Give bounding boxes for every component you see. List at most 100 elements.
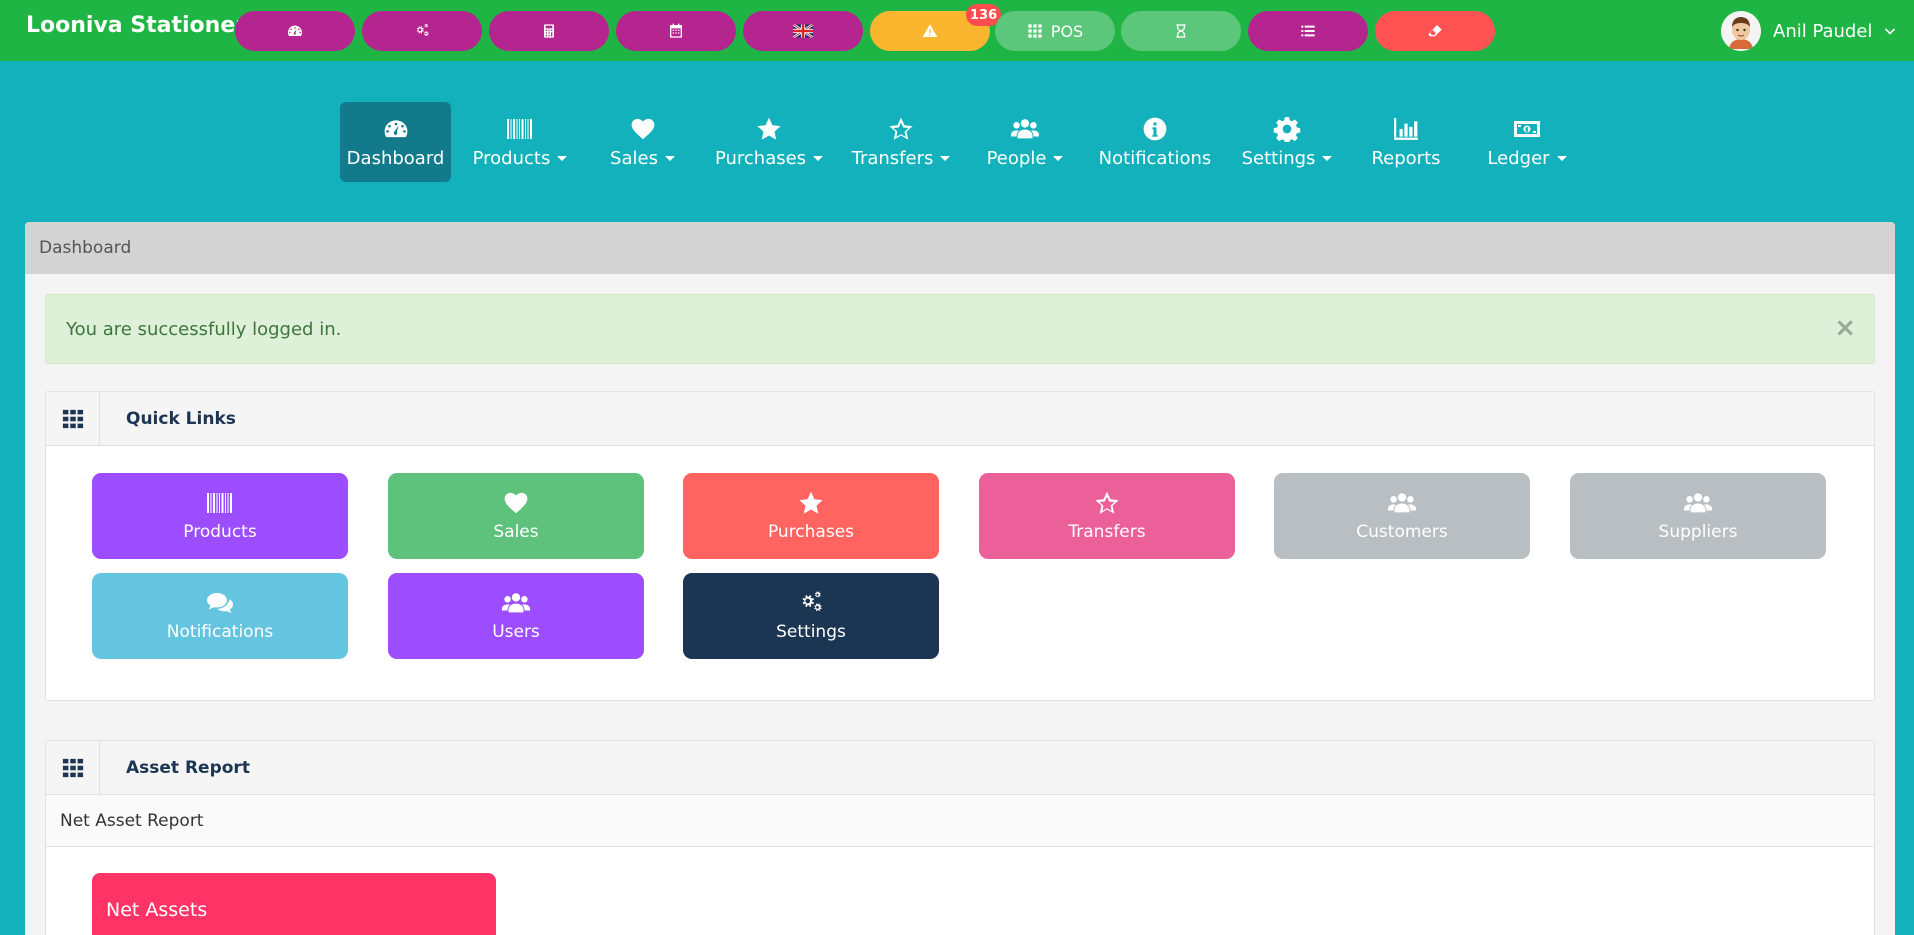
quick-link-label: Customers: [1356, 522, 1448, 542]
nav-label: Transfers: [851, 147, 934, 169]
avatar: [1721, 11, 1761, 51]
cogs-icon: [797, 590, 825, 616]
register-button[interactable]: [1121, 11, 1241, 51]
nav-notifications[interactable]: Notifications: [1095, 102, 1215, 182]
nav-dashboard[interactable]: Dashboard: [340, 102, 451, 182]
nav-label: Reports: [1371, 147, 1441, 169]
quick-link-sales[interactable]: Sales: [388, 473, 644, 559]
dashboard-shortcut-button[interactable]: [235, 11, 355, 51]
bar-chart-icon: [1392, 116, 1420, 142]
quick-links-title: Quick Links: [126, 408, 236, 429]
alert-message: You are successfully logged in.: [66, 318, 342, 340]
barcode-icon: [506, 116, 534, 142]
quick-link-products[interactable]: Products: [92, 473, 348, 559]
quick-link-suppliers[interactable]: Suppliers: [1570, 473, 1826, 559]
breadcrumb: Dashboard: [25, 222, 1895, 274]
quick-link-notifications[interactable]: Notifications: [92, 573, 348, 659]
quick-link-users[interactable]: Users: [388, 573, 644, 659]
users-icon: [1388, 490, 1416, 516]
users-icon: [502, 590, 530, 616]
calculator-button[interactable]: [489, 11, 609, 51]
users-icon: [1011, 116, 1039, 142]
nav-label: Sales: [610, 147, 658, 169]
quick-link-purchases[interactable]: Purchases: [683, 473, 939, 559]
users-icon: [1684, 490, 1712, 516]
top-bar: Looniva Stationery 136 POS Anil Paudel: [0, 0, 1914, 61]
success-alert: You are successfully logged in. ×: [45, 294, 1875, 364]
quick-link-label: Suppliers: [1658, 522, 1738, 542]
nav-products[interactable]: Products: [463, 102, 577, 182]
quick-link-label: Notifications: [166, 622, 274, 642]
nav-label: Ledger: [1487, 147, 1550, 169]
asset-report-subtitle: Net Asset Report: [46, 795, 1874, 847]
nav-label: Dashboard: [346, 147, 445, 169]
pos-button[interactable]: POS: [995, 11, 1115, 51]
user-name: Anil Paudel: [1773, 20, 1873, 42]
money-icon: [1513, 116, 1541, 142]
pos-label: POS: [1050, 21, 1084, 41]
nav-label: Notifications: [1098, 147, 1212, 169]
language-button[interactable]: [743, 11, 863, 51]
eraser-icon: [1427, 23, 1443, 39]
quick-link-label: Sales: [493, 522, 539, 542]
list-button[interactable]: [1248, 11, 1368, 51]
calculator-icon: [541, 23, 557, 39]
quick-link-label: Users: [492, 622, 540, 642]
star-icon: [755, 116, 783, 142]
nav-label: Purchases: [714, 147, 807, 169]
caret-down-icon: [940, 156, 951, 161]
star-icon: [797, 490, 825, 516]
nav-transfers[interactable]: Transfers: [845, 102, 957, 182]
quick-link-label: Purchases: [767, 522, 855, 542]
close-icon[interactable]: ×: [1834, 315, 1856, 341]
asset-report-header: Asset Report: [46, 740, 1874, 795]
caret-down-icon: [813, 156, 824, 161]
quick-link-label: Transfers: [1068, 522, 1146, 542]
nav-label: Products: [472, 147, 551, 169]
net-assets-label: Net Assets: [106, 899, 208, 921]
quick-link-transfers[interactable]: Transfers: [979, 473, 1235, 559]
cogs-icon: [414, 23, 430, 39]
dashboard-icon: [287, 23, 303, 39]
net-assets-card[interactable]: Net Assets: [92, 873, 496, 935]
caret-down-icon: [1322, 156, 1333, 161]
caret-down-icon: [1556, 156, 1567, 161]
nav-label: Settings: [1241, 147, 1316, 169]
asset-report-box: Asset Report Net Asset Report Net Assets: [45, 740, 1875, 935]
heart-icon: [502, 490, 530, 516]
asset-report-title: Asset Report: [126, 757, 250, 778]
breadcrumb-item: Dashboard: [39, 238, 132, 258]
nav-label: People: [986, 147, 1047, 169]
grid-icon: [46, 740, 100, 795]
uk-flag-icon: [793, 24, 813, 38]
warning-icon: [922, 23, 938, 39]
nav-settings[interactable]: Settings: [1234, 102, 1340, 182]
caret-down-icon: [557, 156, 568, 161]
chevron-down-icon: [1885, 28, 1896, 35]
main-nav: Dashboard Products Sales Purchases Trans…: [0, 100, 1914, 184]
calendar-icon: [668, 23, 684, 39]
brand-name[interactable]: Looniva Stationery: [26, 13, 241, 38]
comments-icon: [206, 590, 234, 616]
star-outline-icon: [1093, 490, 1121, 516]
calendar-button[interactable]: [616, 11, 736, 51]
nav-ledger[interactable]: Ledger: [1479, 102, 1575, 182]
nav-sales[interactable]: Sales: [595, 102, 690, 182]
quick-link-settings[interactable]: Settings: [683, 573, 939, 659]
quick-link-customers[interactable]: Customers: [1274, 473, 1530, 559]
caret-down-icon: [664, 156, 675, 161]
user-menu[interactable]: Anil Paudel: [1721, 11, 1896, 51]
quick-links-header: Quick Links: [46, 391, 1874, 446]
nav-people[interactable]: People: [977, 102, 1073, 182]
list-icon: [1300, 23, 1316, 39]
caret-down-icon: [1053, 156, 1064, 161]
settings-shortcut-button[interactable]: [362, 11, 482, 51]
nav-purchases[interactable]: Purchases: [708, 102, 830, 182]
info-icon: [1141, 116, 1169, 142]
grid-icon: [1027, 23, 1043, 39]
nav-reports[interactable]: Reports: [1362, 102, 1450, 182]
heart-icon: [629, 116, 657, 142]
clear-cache-button[interactable]: [1375, 11, 1495, 51]
grid-icon: [46, 391, 100, 446]
barcode-icon: [206, 490, 234, 516]
